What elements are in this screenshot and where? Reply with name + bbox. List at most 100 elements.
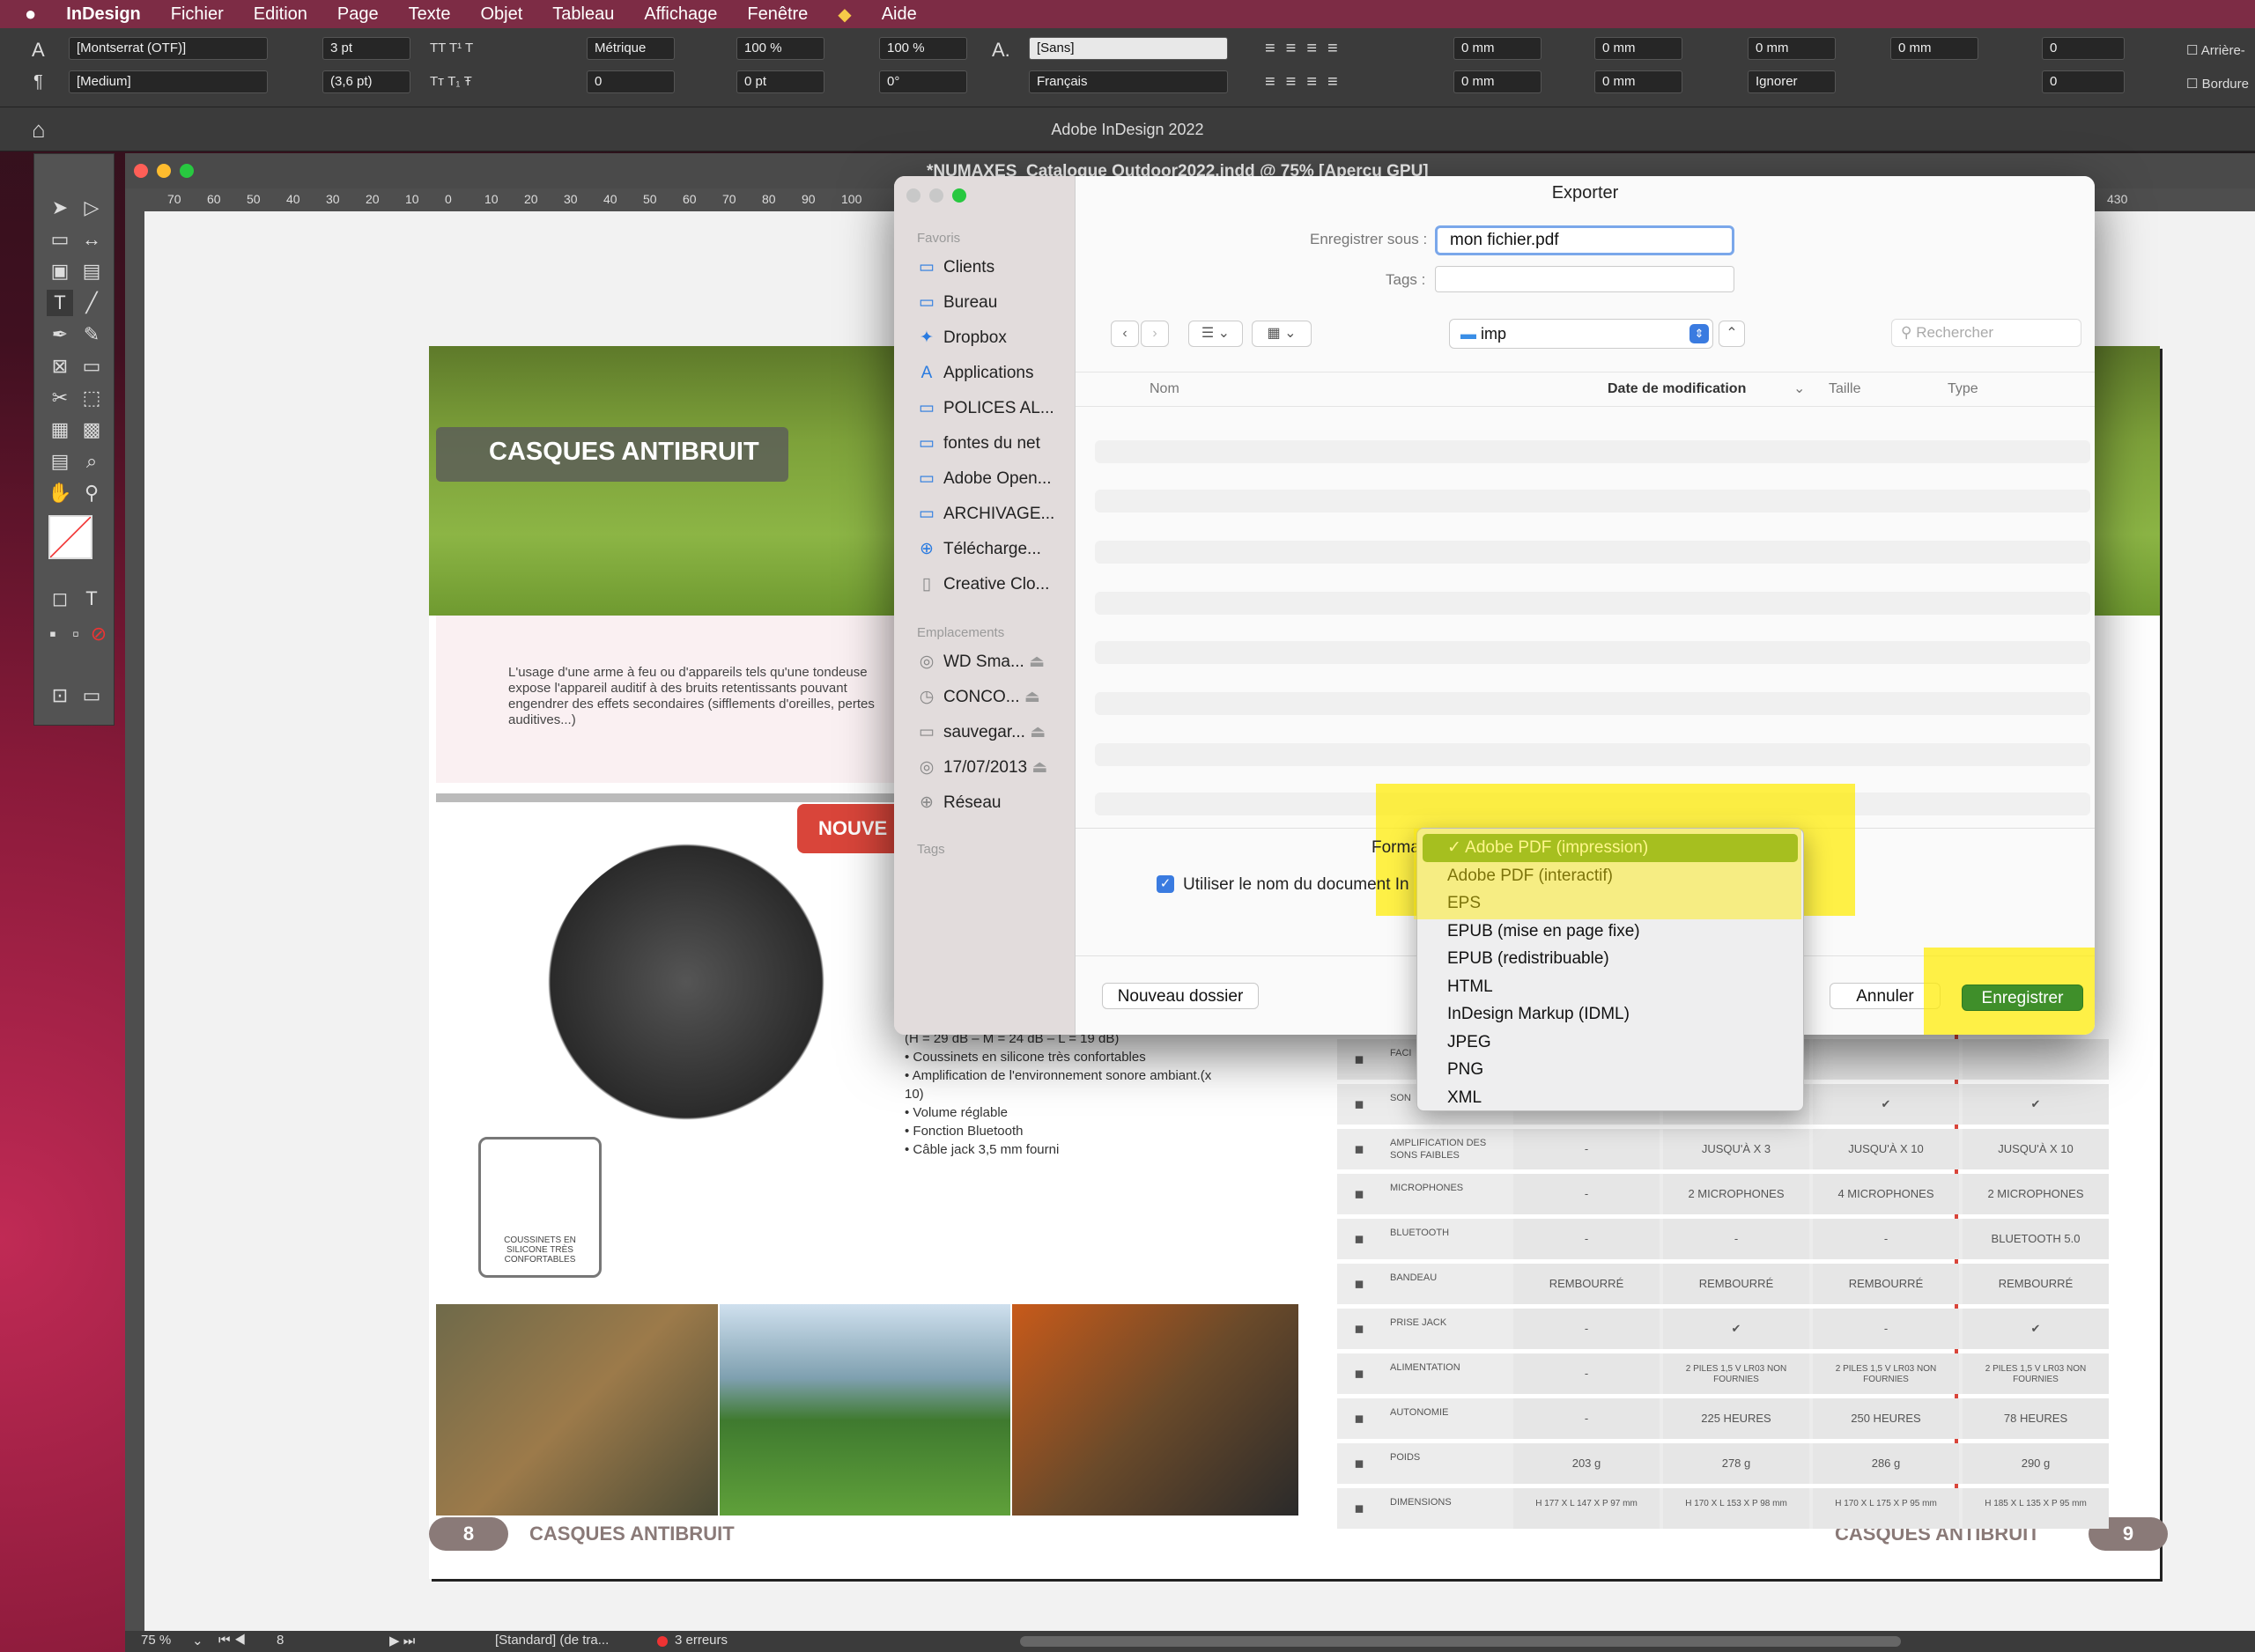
menu-fenetre[interactable]: Fenêtre: [747, 4, 808, 25]
gap-tool-icon[interactable]: ↔: [78, 226, 105, 253]
sidebar-item-clients[interactable]: ▭ Clients: [917, 254, 994, 281]
space-after-field[interactable]: 0 mm: [1890, 37, 1978, 60]
apply-none-icon[interactable]: ⊘: [85, 621, 112, 647]
eject-icon[interactable]: ⏏: [1030, 723, 1046, 741]
col-name[interactable]: Nom: [1150, 372, 1179, 406]
dialog-minimize-button[interactable]: [929, 188, 943, 203]
indent-right-field[interactable]: 0 mm: [1594, 37, 1682, 60]
expand-collapse-button[interactable]: ⌃: [1719, 321, 1745, 347]
indent-last-field[interactable]: 0 mm: [1594, 70, 1682, 93]
sidebar-item-bureau[interactable]: ▭ Bureau: [917, 290, 997, 316]
location-stepper-icon[interactable]: ⇕: [1689, 324, 1709, 343]
save-as-input[interactable]: mon fichier.pdf: [1435, 225, 1734, 255]
sidebar-item-date-volume[interactable]: ◎ 17/07/2013 ⏏: [917, 755, 1048, 781]
dialog-zoom-button[interactable]: [952, 188, 966, 203]
formatting-container-icon[interactable]: ◻: [47, 586, 73, 612]
content-collector-icon[interactable]: ▣: [47, 258, 73, 284]
fill-stroke-swatch[interactable]: [48, 515, 92, 559]
col-size[interactable]: Taille: [1829, 372, 1860, 406]
align-icons[interactable]: ≡≡≡≡: [1265, 39, 1349, 59]
format-option[interactable]: PNG: [1417, 1056, 1803, 1084]
paragraph-icon[interactable]: ¶: [33, 72, 43, 92]
format-option[interactable]: ✓ Adobe PDF (impression): [1423, 834, 1798, 862]
format-option[interactable]: HTML: [1417, 973, 1803, 1001]
small-caps-icon[interactable]: Tт T₁ Ŧ: [430, 74, 472, 89]
sidebar-item-fontes[interactable]: ▭ fontes du net: [917, 431, 1040, 457]
zoom-field[interactable]: 75 %: [141, 1633, 171, 1648]
menu-fichier[interactable]: Fichier: [171, 4, 224, 25]
indent-left-field[interactable]: 0 mm: [1453, 37, 1542, 60]
vertical-scale-field[interactable]: 100 %: [736, 37, 824, 60]
format-option[interactable]: XML: [1417, 1084, 1803, 1112]
grid-view-button[interactable]: ▦ ⌄: [1252, 321, 1312, 347]
checkbox-bordure[interactable]: ☐ Bordure: [2186, 76, 2249, 92]
skew-field[interactable]: 0°: [879, 70, 967, 93]
view-mode-icon[interactable]: ▭: [78, 682, 105, 709]
justify-icons[interactable]: ≡≡≡≡: [1265, 72, 1349, 92]
line-tool-icon[interactable]: ╱: [78, 290, 105, 316]
baseline-field[interactable]: 0 pt: [736, 70, 824, 93]
script-icon[interactable]: ◆: [838, 4, 851, 26]
tags-input[interactable]: [1435, 266, 1734, 292]
home-icon[interactable]: ⌂: [32, 107, 46, 151]
frame-tool-icon[interactable]: ⊠: [47, 353, 73, 380]
new-folder-button[interactable]: Nouveau dossier: [1102, 983, 1259, 1009]
screen-mode-icon[interactable]: ⊡: [47, 682, 73, 709]
hand-tool-icon[interactable]: ✋: [47, 480, 73, 506]
menu-page[interactable]: Page: [337, 4, 379, 25]
formatting-text-icon[interactable]: T: [78, 586, 105, 612]
menu-tableau[interactable]: Tableau: [552, 4, 614, 25]
zoom-tool-icon[interactable]: ⚲: [78, 480, 105, 506]
rectangle-tool-icon[interactable]: ▭: [78, 353, 105, 380]
checkbox-arriere[interactable]: ☐ Arrière-: [2186, 42, 2245, 58]
sidebar-item-telechargements[interactable]: ⊕ Télécharge...: [917, 536, 1041, 563]
horizontal-scale-field[interactable]: 100 %: [879, 37, 967, 60]
format-option[interactable]: EPS: [1417, 889, 1803, 918]
page-number-field[interactable]: 8: [277, 1633, 284, 1648]
eject-icon[interactable]: ⏏: [1024, 688, 1040, 706]
vertical-ruler[interactable]: [125, 211, 144, 1631]
sidebar-item-conco[interactable]: ◷ CONCO... ⏏: [917, 684, 1040, 711]
eject-icon[interactable]: ⏏: [1031, 758, 1047, 777]
pen-tool-icon[interactable]: ✒: [47, 321, 73, 348]
format-option[interactable]: EPUB (redistribuable): [1417, 945, 1803, 973]
drop-cap-chars-field[interactable]: 0: [2042, 70, 2125, 93]
page-forward-icons[interactable]: ▶ ⏭: [389, 1633, 415, 1648]
hyphenation-field[interactable]: Ignorer: [1748, 70, 1836, 93]
space-before-field[interactable]: 0 mm: [1748, 37, 1836, 60]
caps-icon[interactable]: TT T¹ T: [430, 41, 473, 55]
menu-affichage[interactable]: Affichage: [644, 4, 717, 25]
language-field[interactable]: Français: [1029, 70, 1228, 93]
transform-tool-icon[interactable]: ⬚: [78, 385, 105, 411]
menu-texte[interactable]: Texte: [409, 4, 451, 25]
list-view-button[interactable]: ☰ ⌄: [1188, 321, 1243, 347]
sidebar-item-adobe-open[interactable]: ▭ Adobe Open...: [917, 466, 1052, 492]
window-minimize-button[interactable]: [157, 164, 171, 178]
format-option[interactable]: EPUB (mise en page fixe): [1417, 918, 1803, 946]
page-nav-icons[interactable]: ⏮ ◀: [218, 1633, 246, 1648]
save-button[interactable]: Enregistrer: [1962, 985, 2083, 1011]
menu-aide[interactable]: Aide: [882, 4, 917, 25]
sidebar-item-archivage[interactable]: ▭ ARCHIVAGE...: [917, 501, 1054, 527]
char-style-field[interactable]: [Sans]: [1029, 37, 1228, 60]
type-icon[interactable]: A: [32, 39, 45, 62]
col-date[interactable]: Date de modification: [1608, 372, 1746, 406]
kerning-field[interactable]: Métrique: [587, 37, 675, 60]
content-placer-icon[interactable]: ▤: [78, 258, 105, 284]
style-field[interactable]: [Standard] (de tra...: [495, 1633, 609, 1648]
window-close-button[interactable]: [134, 164, 148, 178]
eject-icon[interactable]: ⏏: [1029, 653, 1045, 671]
horizontal-scrollbar[interactable]: [1020, 1636, 1901, 1647]
errors-count[interactable]: 3 erreurs: [675, 1633, 728, 1648]
search-field[interactable]: ⚲ Rechercher: [1891, 319, 2081, 347]
forward-button[interactable]: ›: [1141, 321, 1169, 347]
indent-first-field[interactable]: 0 mm: [1453, 70, 1542, 93]
note-tool-icon[interactable]: ▤: [47, 448, 73, 475]
direct-selection-tool-icon[interactable]: ▷: [78, 195, 105, 221]
format-option[interactable]: Adobe PDF (interactif): [1417, 862, 1803, 890]
page-tool-icon[interactable]: ▭: [47, 226, 73, 253]
leading-field[interactable]: (3,6 pt): [322, 70, 410, 93]
dialog-close-button[interactable]: [906, 188, 920, 203]
apple-icon[interactable]: ●: [25, 3, 36, 26]
back-button[interactable]: ‹: [1111, 321, 1139, 347]
